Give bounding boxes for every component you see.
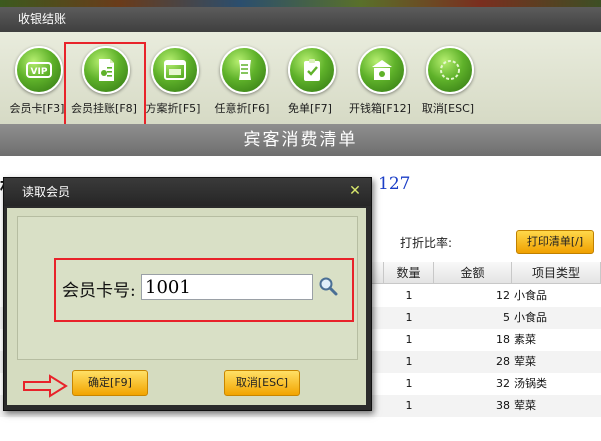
column-header[interactable]: 数量 <box>384 262 434 284</box>
toolbar-label: 方案折[F5] <box>145 102 201 115</box>
print-list-button[interactable]: 打印清单[/] <box>516 230 594 254</box>
discount-rate-label: 打折比率: <box>400 236 453 250</box>
window-title: 收银结账 <box>0 7 601 32</box>
close-icon[interactable]: ✕ <box>347 183 363 199</box>
column-header[interactable]: 金额 <box>434 262 512 284</box>
column-header[interactable]: 项目类型 <box>512 262 601 284</box>
toolbar-button-any-discount[interactable]: 任意折[F6] <box>205 42 279 122</box>
toolbar-button-free-bill[interactable]: 免单[F7] <box>273 42 347 122</box>
scroll-icon <box>220 46 268 94</box>
arrow-right-icon <box>23 374 68 398</box>
toolbar-label: 免单[F7] <box>288 102 332 115</box>
amount-cell: 5 <box>503 311 510 324</box>
type-cell: 荤菜 <box>514 399 536 412</box>
qty-cell: 1 <box>405 289 413 302</box>
toolbar-button-member-card[interactable]: VIP 会员卡[F3] <box>0 42 74 122</box>
qty-cell: 1 <box>405 355 413 368</box>
card-number-label: 会员卡号: <box>62 281 136 301</box>
amount-cell: 18 <box>496 333 510 346</box>
dialog-title: 读取会员 <box>4 178 371 206</box>
window-icon <box>151 46 199 94</box>
toolbar-button-scheme-discount[interactable]: 方案折[F5] <box>136 42 210 122</box>
svg-text:VIP: VIP <box>31 67 48 77</box>
card-number-input[interactable] <box>141 274 313 300</box>
cancel-button[interactable]: 取消[ESC] <box>224 370 300 396</box>
decorative-top-strip <box>0 0 601 7</box>
toolbar-label: 任意折[F6] <box>214 102 270 115</box>
type-cell: 小食品 <box>514 289 547 302</box>
amount-cell: 12 <box>496 289 510 302</box>
toolbar-button-open-cash-box[interactable]: 开钱箱[F12] <box>343 42 417 122</box>
qty-cell: 1 <box>405 333 413 346</box>
amount-cell: 38 <box>496 399 510 412</box>
type-cell: 小食品 <box>514 311 547 324</box>
qty-cell: 1 <box>405 311 413 324</box>
vip-card-icon: VIP <box>15 46 63 94</box>
qty-cell: 1 <box>405 399 413 412</box>
summary-count: 127 <box>378 174 411 194</box>
confirm-button[interactable]: 确定[F9] <box>72 370 148 396</box>
toolbar-label: 会员卡[F3] <box>9 102 65 115</box>
highlight-box-member-credit <box>64 42 146 128</box>
toolbar-button-cancel[interactable]: 取消[ESC] <box>411 42 485 122</box>
amount-cell: 28 <box>496 355 510 368</box>
toolbar-label: 开钱箱[F12] <box>349 102 411 115</box>
toolbar-label: 取消[ESC] <box>421 102 475 115</box>
qty-cell: 1 <box>405 377 413 390</box>
bill-title: 宾客消费清单 <box>0 124 601 156</box>
cash-box-icon <box>358 46 406 94</box>
amount-cell: 32 <box>496 377 510 390</box>
type-cell: 素菜 <box>514 333 536 346</box>
type-cell: 汤锅类 <box>514 377 547 390</box>
cancel-icon <box>426 46 474 94</box>
search-icon[interactable] <box>318 276 338 296</box>
type-cell: 荤菜 <box>514 355 536 368</box>
clipboard-check-icon <box>288 46 336 94</box>
